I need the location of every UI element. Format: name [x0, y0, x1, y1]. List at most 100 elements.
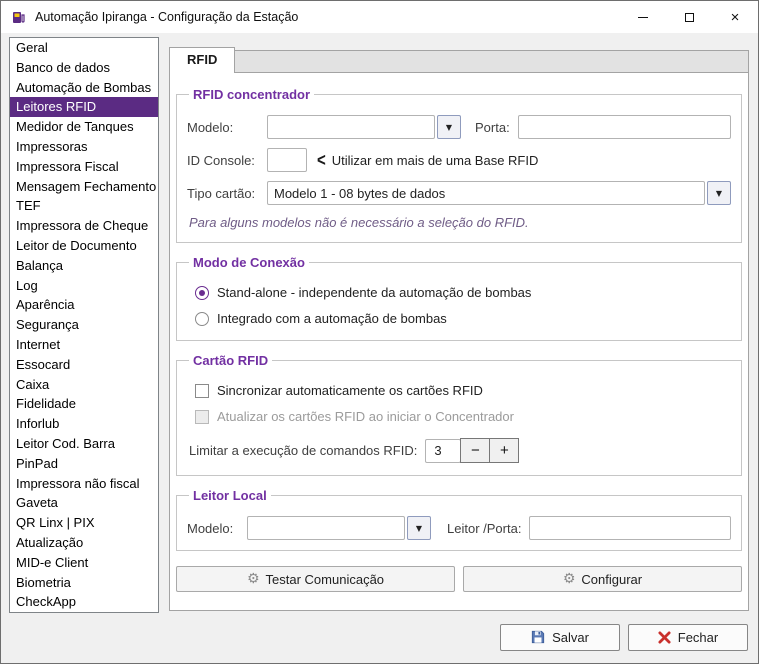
porta-label: Porta:	[475, 119, 510, 135]
sidebar-item[interactable]: Geral	[10, 38, 158, 58]
close-x-icon	[658, 630, 671, 644]
sidebar-item[interactable]: Atualização	[10, 533, 158, 553]
group-rfid-concentrador: RFID concentrador Modelo: ▼ Porta: ID Co…	[176, 87, 742, 243]
sidebar-item[interactable]: Segurança	[10, 315, 158, 335]
window-title: Automação Ipiranga - Configuração da Est…	[35, 10, 299, 24]
limit-decrement-button[interactable]: −	[460, 438, 491, 463]
sidebar-item-label: Internet	[16, 336, 61, 352]
limit-label: Limitar a execução de comandos RFID:	[189, 443, 418, 458]
maximize-button[interactable]	[666, 1, 712, 33]
sidebar-item[interactable]: Balança	[10, 256, 158, 276]
tabbar: RFID	[169, 45, 749, 73]
sidebar-item[interactable]: Mensagem Fechamento	[10, 177, 158, 197]
radio-icon	[195, 285, 209, 300]
sidebar-item[interactable]: Gaveta	[10, 493, 158, 513]
sidebar-item-label: Impressora não fiscal	[16, 475, 140, 491]
testar-comunicacao-label: Testar Comunicação	[265, 571, 385, 587]
window-controls: ×	[620, 1, 758, 33]
radio-option[interactable]: Stand-alone - independente da automação …	[195, 285, 731, 300]
minimize-button[interactable]	[620, 1, 666, 33]
sidebar-item[interactable]: Essocard	[10, 355, 158, 375]
leitor-porta-input[interactable]	[529, 516, 731, 540]
sidebar-item[interactable]: MID-e Client	[10, 553, 158, 573]
sidebar-item[interactable]: Impressora não fiscal	[10, 474, 158, 494]
sidebar-item[interactable]: Medidor de Tanques	[10, 117, 158, 137]
sidebar-item[interactable]: Leitores RFID	[10, 97, 158, 118]
sidebar-item-label: Geral	[16, 40, 48, 55]
leitor-local-row: Modelo: ▼ Leitor /Porta:	[187, 516, 731, 540]
sidebar-item-label: Impressora de Cheque	[16, 218, 149, 234]
modelo-dropdown-button[interactable]: ▼	[437, 115, 461, 139]
sidebar-item[interactable]: Impressora de Cheque	[10, 216, 158, 236]
sidebar-item-label: TEF	[16, 198, 41, 214]
group-leitor-local-title: Leitor Local	[193, 488, 267, 503]
sidebar-item[interactable]: Leitor de Documento	[10, 236, 158, 256]
group-cartao-rfid-title: Cartão RFID	[193, 353, 269, 368]
sidebar-item[interactable]: TEF	[10, 196, 158, 216]
group-cartao-rfid: Cartão RFID Sincronizar automaticamente …	[176, 353, 742, 476]
tab-rfid[interactable]: RFID	[169, 47, 236, 73]
modelo-input[interactable]	[267, 115, 435, 139]
sidebar-item-label: Mensagem Fechamento	[16, 178, 157, 194]
limit-row: Limitar a execução de comandos RFID: 3 −…	[189, 438, 731, 463]
sidebar-item[interactable]: Impressoras	[10, 137, 158, 157]
id-console-input[interactable]	[267, 148, 307, 172]
sidebar-item[interactable]: PinPad	[10, 454, 158, 474]
sidebar-item-label: CheckApp	[16, 594, 76, 610]
app-icon	[11, 9, 27, 25]
radio-option[interactable]: Integrado com a automação de bombas	[195, 311, 731, 326]
leitor-modelo-input[interactable]	[247, 516, 405, 540]
sidebar-item-label: Banco de dados	[16, 59, 110, 75]
sidebar-item-label: Leitores RFID	[16, 99, 97, 115]
configurar-button[interactable]: ⚙ Configurar	[463, 566, 742, 592]
sidebar-item-label: Aparência	[16, 297, 75, 313]
sidebar-item-label: Log	[16, 277, 38, 293]
sidebar-item-label: Atualização	[16, 534, 84, 550]
sidebar-item[interactable]: Banco de dados	[10, 58, 158, 78]
fechar-button[interactable]: Fechar	[628, 623, 748, 651]
sidebar-item[interactable]: Internet	[10, 335, 158, 355]
id-console-label: ID Console:	[187, 152, 255, 168]
porta-input[interactable]	[517, 115, 731, 139]
radio-label: Stand-alone - independente da automação …	[217, 285, 532, 300]
sidebar-item[interactable]: Aparência	[10, 295, 158, 315]
configurar-label: Configurar	[581, 571, 643, 587]
checkbox-option[interactable]: Sincronizar automaticamente os cartões R…	[195, 383, 731, 398]
sidebar-item[interactable]: Caixa	[10, 375, 158, 395]
tipo-cartao-value[interactable]: Modelo 1 - 08 bytes de dados	[267, 181, 705, 205]
testar-comunicacao-button[interactable]: ⚙ Testar Comunicação	[176, 566, 455, 592]
sidebar-item[interactable]: Biometria	[10, 573, 158, 593]
sidebar-item[interactable]: QR Linx | PIX	[10, 513, 158, 533]
chevron-down-icon: ▼	[445, 122, 453, 132]
limit-increment-button[interactable]: +	[489, 438, 520, 463]
modelo-label: Modelo:	[187, 119, 234, 135]
close-button[interactable]: ×	[712, 1, 758, 33]
sidebar-item[interactable]: Fidelidade	[10, 394, 158, 414]
checkbox-label: Sincronizar automaticamente os cartões R…	[217, 383, 483, 398]
chevron-down-icon: ▼	[715, 188, 723, 198]
salvar-button[interactable]: Salvar	[500, 623, 620, 651]
sidebar-item[interactable]: Inforlub	[10, 414, 158, 434]
sidebar-item[interactable]: Log	[10, 276, 158, 296]
main-area: RFID RFID concentrador Modelo: ▼ Porta: …	[169, 45, 749, 611]
sidebar-item-label: QR Linx | PIX	[16, 515, 95, 531]
sidebar-item[interactable]: CheckApp	[10, 592, 158, 612]
group-leitor-local: Leitor Local Modelo: ▼ Leitor /Porta:	[176, 488, 742, 551]
sidebar-item-label: Gaveta	[16, 495, 58, 511]
leitor-modelo-dropdown-button[interactable]: ▼	[407, 516, 431, 540]
group-rfid-concentrador-title: RFID concentrador	[193, 87, 311, 102]
leitor-porta-label: Leitor /Porta:	[447, 520, 522, 536]
tipo-cartao-combobox: Modelo 1 - 08 bytes de dados ▼	[267, 181, 731, 205]
sidebar-item[interactable]: Impressora Fiscal	[10, 157, 158, 177]
plus-icon: +	[499, 442, 509, 459]
sidebar-item-label: Leitor Cod. Barra	[16, 435, 115, 451]
sidebar-item[interactable]: Leitor Cod. Barra	[10, 434, 158, 454]
tipo-cartao-dropdown-button[interactable]: ▼	[707, 181, 731, 205]
leitor-modelo-combobox: ▼	[247, 516, 431, 540]
tipo-cartao-label: Tipo cartão:	[187, 185, 256, 201]
sidebar-item[interactable]: Automação de Bombas	[10, 78, 158, 98]
checkbox-option[interactable]: Atualizar os cartões RFID ao iniciar o C…	[195, 409, 731, 424]
rfid-panel: RFID concentrador Modelo: ▼ Porta: ID Co…	[169, 72, 749, 611]
cartao-rfid-checkboxes: Sincronizar automaticamente os cartões R…	[187, 383, 731, 424]
limit-value[interactable]: 3	[425, 438, 462, 463]
